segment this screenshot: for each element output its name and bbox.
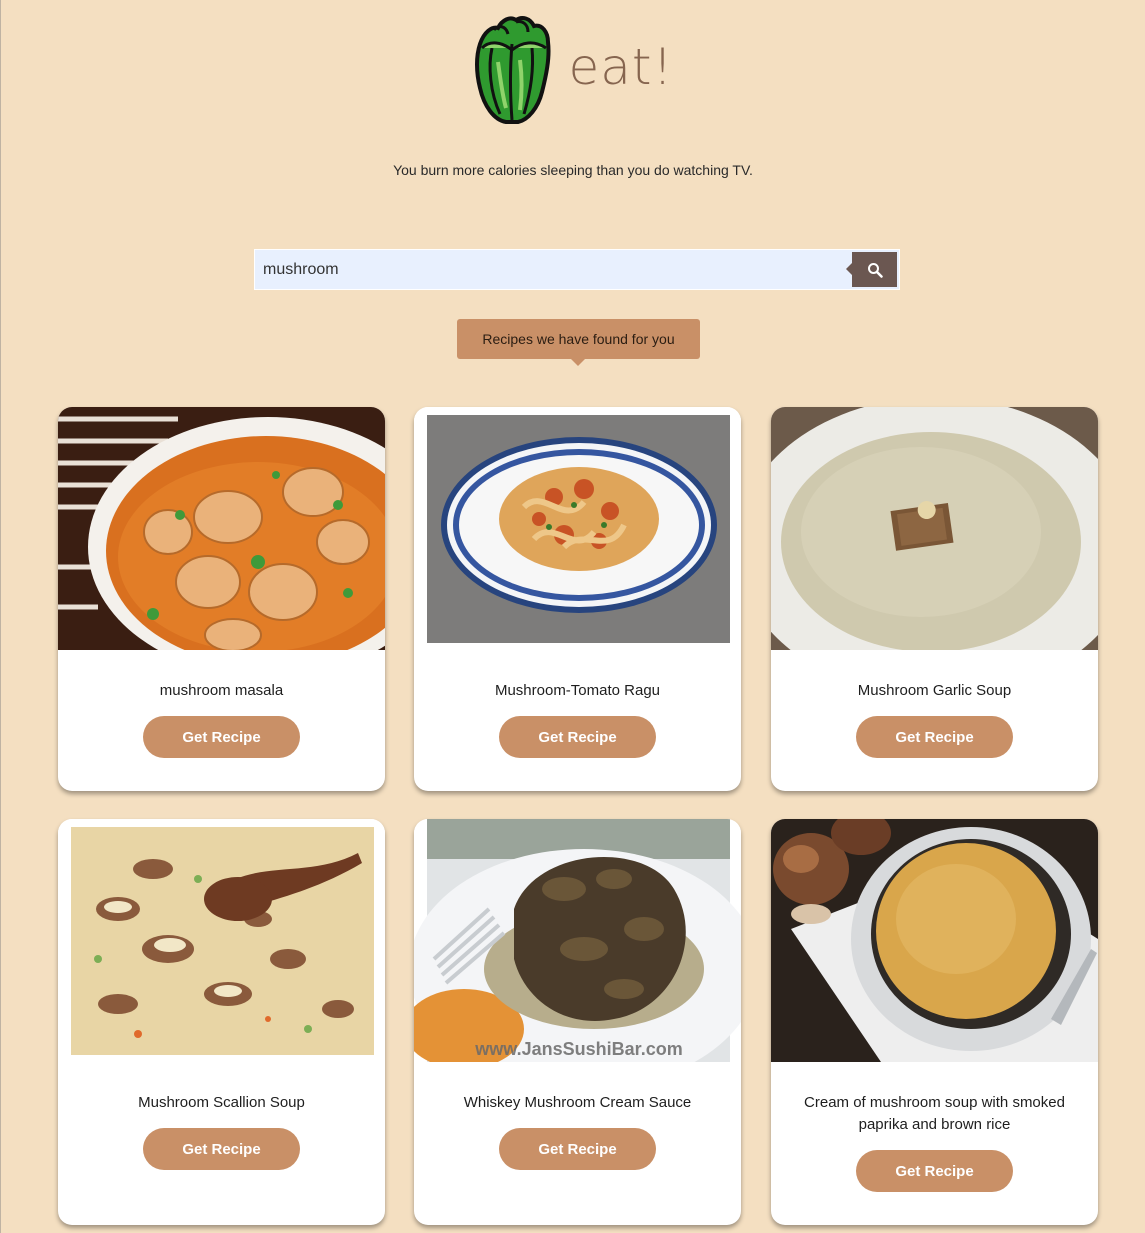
header: eat! bbox=[1, 14, 1145, 126]
recipe-image bbox=[771, 819, 1098, 1062]
get-recipe-button[interactable]: Get Recipe bbox=[143, 1128, 300, 1170]
recipe-image bbox=[58, 407, 385, 650]
get-recipe-button[interactable]: Get Recipe bbox=[856, 716, 1013, 758]
recipe-image bbox=[58, 819, 385, 1062]
search-input[interactable] bbox=[255, 250, 850, 289]
results-label: Recipes we have found for you bbox=[457, 319, 700, 366]
lettuce-logo-icon bbox=[472, 14, 552, 126]
recipe-title: mushroom masala bbox=[159, 682, 284, 699]
recipe-card: www.JansSushiBar.com Whiskey Mushroom Cr… bbox=[414, 819, 741, 1225]
get-recipe-button[interactable]: Get Recipe bbox=[856, 1150, 1013, 1192]
recipe-image bbox=[771, 407, 1098, 650]
recipe-card: Mushroom-Tomato Ragu Get Recipe bbox=[414, 407, 741, 791]
get-recipe-button[interactable]: Get Recipe bbox=[499, 1128, 656, 1170]
results-label-text: Recipes we have found for you bbox=[482, 331, 675, 347]
search-button[interactable] bbox=[846, 252, 897, 287]
recipe-title: Mushroom Scallion Soup bbox=[138, 1094, 305, 1111]
recipe-image: www.JansSushiBar.com bbox=[414, 819, 741, 1062]
get-recipe-button[interactable]: Get Recipe bbox=[499, 716, 656, 758]
recipe-card: mushroom masala Get Recipe bbox=[58, 407, 385, 791]
search-icon bbox=[867, 262, 883, 278]
recipe-title: Whiskey Mushroom Cream Sauce bbox=[463, 1094, 692, 1111]
tagline: You burn more calories sleeping than you… bbox=[393, 162, 753, 178]
recipe-image bbox=[414, 407, 741, 650]
watermark-text: www.JansSushiBar.com bbox=[474, 1039, 682, 1059]
get-recipe-button[interactable]: Get Recipe bbox=[143, 716, 300, 758]
search-bar bbox=[254, 249, 900, 290]
recipe-card: Mushroom Garlic Soup Get Recipe bbox=[771, 407, 1098, 791]
recipe-title: Mushroom Garlic Soup bbox=[857, 682, 1012, 699]
page: eat! You burn more calories sleeping tha… bbox=[0, 0, 1145, 1233]
brand-title: eat! bbox=[568, 38, 674, 96]
recipe-card: Cream of mushroom soup with smoked papri… bbox=[771, 819, 1098, 1225]
recipe-title: Mushroom-Tomato Ragu bbox=[494, 682, 661, 699]
recipe-title: Cream of mushroom soup with smoked papri… bbox=[804, 1094, 1065, 1133]
recipe-card: Mushroom Scallion Soup Get Recipe bbox=[58, 819, 385, 1225]
